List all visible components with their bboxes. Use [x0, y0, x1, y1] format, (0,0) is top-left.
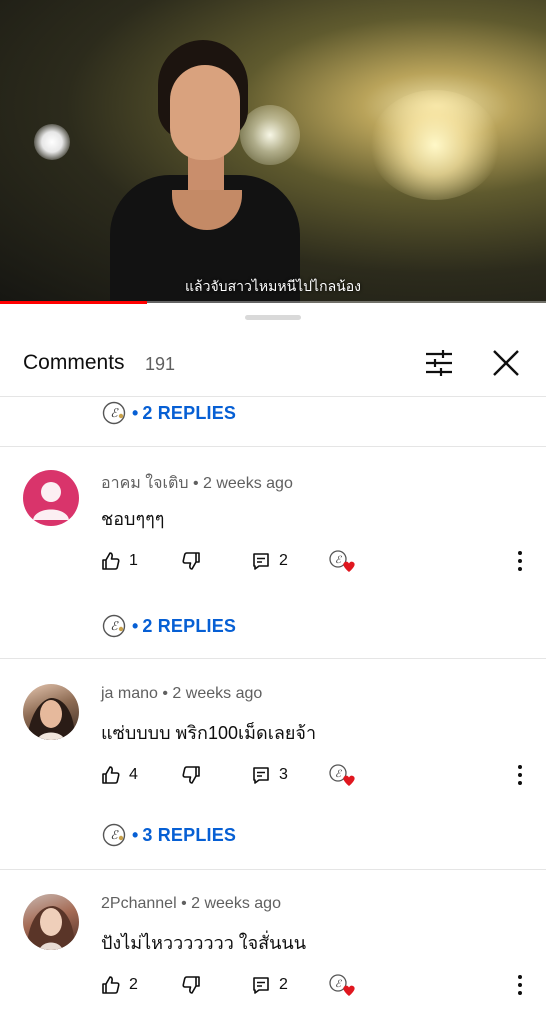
comment-text: ชอบๆๆๆ: [101, 509, 165, 529]
comments-title: Comments: [23, 351, 125, 374]
comments-count: 191: [145, 354, 176, 374]
studio-light: [370, 90, 500, 200]
creator-heart-icon: ℰ: [329, 764, 355, 786]
comment-actions: 2 2 ℰ: [101, 972, 531, 998]
replies-label: 2 REPLIES: [142, 615, 237, 636]
sliders-icon[interactable]: [424, 350, 454, 376]
creator-heart: ℰ: [327, 762, 357, 788]
comment-text: แซ่บบบบ พริก100เม็ดเลยจ้า: [101, 723, 317, 743]
header-divider: [0, 396, 546, 397]
comment-meta: 2Pchannel • 2 weeks ago: [101, 895, 281, 912]
creator-avatar-icon: ℰ: [102, 823, 126, 847]
dislike-button[interactable]: [181, 972, 201, 998]
like-button[interactable]: 2: [101, 972, 138, 998]
view-replies-button[interactable]: ℰ • 2 REPLIES: [102, 398, 236, 428]
comment-actions: 1 2 ℰ: [101, 548, 531, 574]
reply-button[interactable]: 3: [251, 762, 288, 788]
video-player[interactable]: แล้วจับสาวไหมหนีไปไกลน้อง: [0, 0, 546, 303]
like-button[interactable]: 4: [101, 762, 138, 788]
replies-label: 2 REPLIES: [142, 402, 237, 423]
comment-icon: [253, 977, 269, 994]
comment-meta: ja mano • 2 weeks ago: [101, 685, 263, 702]
thumbs-down-icon: [182, 976, 200, 994]
svg-text:ℰ: ℰ: [335, 555, 342, 566]
reply-count: 2: [279, 552, 288, 569]
like-count: 1: [129, 552, 138, 569]
replies-label: 3 REPLIES: [142, 824, 237, 845]
comment-actions: 4 3 ℰ: [101, 762, 531, 788]
view-replies-button[interactable]: ℰ • 2 REPLIES: [102, 611, 236, 641]
comment-time: 2 weeks ago: [203, 475, 293, 492]
comment-author[interactable]: อาคม ใจเติบ: [101, 475, 189, 492]
studio-light: [34, 124, 70, 160]
reply-count: 3: [279, 766, 288, 783]
comments-sheet: Comments 191 ℰ • 2 REPLIES อาคม ใจเติบ •…: [0, 304, 546, 1024]
thread-divider: [0, 658, 546, 659]
video-subtitle: แล้วจับสาวไหมหนีไปไกลน้อง: [185, 278, 361, 294]
comment-icon: [253, 767, 269, 784]
comments-header: Comments 191: [0, 304, 546, 396]
creator-heart: ℰ: [327, 972, 357, 998]
app-root: แล้วจับสาวไหมหนีไปไกลน้อง Comments 191 ℰ…: [0, 0, 546, 1024]
more-options-icon[interactable]: [513, 763, 527, 787]
thumbs-up-icon: [102, 552, 120, 570]
comment-text: ปังไม่ไหววววววว ใจสั่นนน: [101, 933, 307, 953]
like-button[interactable]: 1: [101, 548, 138, 574]
view-replies-button[interactable]: ℰ • 3 REPLIES: [102, 820, 236, 850]
close-icon[interactable]: [491, 348, 521, 378]
more-options-icon[interactable]: [513, 549, 527, 573]
more-options-icon[interactable]: [513, 973, 527, 997]
creator-avatar-icon: ℰ: [102, 401, 126, 425]
comment-time: 2 weeks ago: [172, 685, 263, 702]
like-count: 2: [129, 976, 138, 993]
comment-icon: [253, 553, 269, 570]
avatar[interactable]: [23, 894, 79, 950]
avatar[interactable]: [23, 684, 79, 740]
svg-text:ℰ: ℰ: [335, 979, 342, 990]
thumbs-up-icon: [102, 766, 120, 784]
reply-button[interactable]: 2: [251, 548, 288, 574]
dislike-button[interactable]: [181, 762, 201, 788]
comment-meta: อาคม ใจเติบ • 2 weeks ago: [101, 475, 293, 492]
video-performer: [110, 40, 300, 303]
comment-author[interactable]: 2Pchannel: [101, 895, 177, 912]
creator-heart: ℰ: [327, 548, 357, 574]
creator-avatar-icon: ℰ: [102, 614, 126, 638]
dislike-button[interactable]: [181, 548, 201, 574]
comment-time: 2 weeks ago: [191, 895, 281, 912]
avatar[interactable]: [23, 470, 79, 526]
svg-text:ℰ: ℰ: [335, 769, 342, 780]
comment-author[interactable]: ja mano: [101, 685, 158, 702]
thumbs-up-icon: [102, 976, 120, 994]
like-count: 4: [129, 766, 138, 783]
thumbs-down-icon: [182, 552, 200, 570]
thread-divider: [0, 869, 546, 870]
reply-count: 2: [279, 976, 288, 993]
creator-heart-icon: ℰ: [329, 974, 355, 996]
thumbs-down-icon: [182, 766, 200, 784]
thread-divider: [0, 446, 546, 447]
creator-heart-icon: ℰ: [329, 550, 355, 572]
reply-button[interactable]: 2: [251, 972, 288, 998]
